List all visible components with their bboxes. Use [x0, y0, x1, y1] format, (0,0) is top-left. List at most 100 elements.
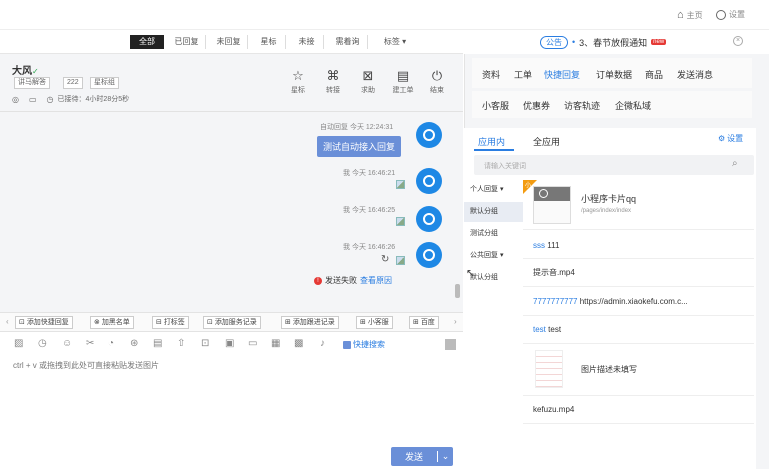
blacklist-button[interactable]: ⊗ 加黑名单	[90, 316, 134, 329]
home-link[interactable]: ⌂ 主页	[677, 9, 703, 21]
help-button[interactable]: ⊠ 求助	[355, 69, 381, 95]
broken-image-icon[interactable]	[396, 256, 405, 265]
image-icon[interactable]: ▨	[14, 338, 23, 349]
video-icon[interactable]: ▭	[248, 338, 257, 349]
message-meta: 我 今天 16:46:21	[343, 170, 396, 177]
message-bubble: 测试自动接入回复	[317, 136, 402, 157]
close-icon[interactable]: ×	[733, 36, 743, 46]
history-icon[interactable]: ◷	[38, 338, 47, 349]
group-public[interactable]: 公共回复 ▾	[464, 246, 523, 266]
tab-replied[interactable]: 已回复	[168, 35, 206, 49]
contact-tag[interactable]: 讲马解答	[14, 77, 50, 89]
panel-tabs-row1: 资料 工单 快捷回复 订单数据 商品 发送消息	[472, 58, 752, 88]
tab-all[interactable]: 全部	[130, 35, 164, 49]
tab-products[interactable]: 商品	[645, 68, 663, 81]
add-quick-reply-button[interactable]: ⊡ 添加快捷回复	[15, 316, 73, 329]
tab-labels-dropdown[interactable]: 标签 ▾	[372, 35, 418, 49]
agent-avatar	[416, 206, 442, 232]
add-followup-record-button[interactable]: ⊞ 添加跟进记录	[281, 316, 339, 329]
document-icon[interactable]: ▤	[153, 338, 162, 349]
announcement-badge: 公告	[540, 35, 568, 49]
tab-orders[interactable]: 订单数据	[596, 68, 632, 81]
add-service-record-button[interactable]: ⊡ 添加服务记录	[203, 316, 261, 329]
emoji-icon[interactable]: ☺	[62, 338, 72, 349]
leaf-icon: ✓	[32, 67, 39, 76]
tab-send-message[interactable]: 发送消息	[677, 68, 713, 81]
tab-wecom[interactable]: 企微私域	[615, 99, 651, 112]
end-button[interactable]: ⏻ 结束	[424, 69, 450, 95]
list-item[interactable]: kefuzu.mp4	[523, 396, 754, 424]
group-personal[interactable]: 个人回复 ▾	[464, 180, 523, 200]
upload-icon[interactable]: ⇧	[177, 338, 185, 349]
card-icon[interactable]: ▦	[271, 338, 280, 349]
mini-program-card	[533, 186, 571, 224]
location-icon: ◎	[12, 94, 19, 104]
agent-avatar	[416, 168, 442, 194]
search-input[interactable]: 请输入关键词 ⌕	[474, 155, 754, 175]
gear-icon: ⚙	[718, 134, 726, 143]
chevron-left-icon[interactable]: ‹	[6, 317, 9, 326]
contact-tag[interactable]: 星标组	[90, 77, 119, 89]
collapse-icon[interactable]	[445, 339, 456, 350]
group-test[interactable]: 测试分组	[464, 224, 523, 244]
tab-missed[interactable]: 未接	[290, 35, 324, 49]
tab-profile[interactable]: 资料	[482, 68, 500, 81]
list-item[interactable]: test test	[523, 316, 754, 344]
help-icon: ⊠	[362, 68, 374, 83]
panel-tabs-row2: 小客服 优惠券 访客轨迹 企微私域	[472, 91, 752, 118]
announcement[interactable]: 公告 • 3、春节放假通知 new	[540, 34, 667, 50]
baidu-button[interactable]: ⊞ 百度	[409, 316, 439, 329]
clock-icon[interactable]: ◔	[108, 338, 114, 349]
screenshot-icon[interactable]: ⊡	[201, 338, 209, 349]
message-editor[interactable]: ▨ ◷ ☺ ✂ ◔ ⊛ ▤ ⇧ ⊡ ▣ ▭ ▦ ▩ ♪ 快捷搜索 ctrl + …	[0, 332, 463, 469]
list-item[interactable]: sss 111	[523, 233, 754, 259]
contact-tag[interactable]: 222	[63, 77, 83, 89]
tag-button[interactable]: ⊟ 打标签	[152, 316, 189, 329]
scrollbar[interactable]	[756, 128, 769, 469]
list-item[interactable]: 图片描述未填写	[523, 344, 754, 396]
tab-quick-reply[interactable]: 快捷回复	[544, 68, 580, 81]
send-button[interactable]: 发送 ⌄	[391, 447, 453, 466]
retry-icon[interactable]: ↻	[381, 254, 389, 265]
scrollbar[interactable]	[455, 284, 460, 298]
group-default[interactable]: 默认分组	[464, 202, 523, 222]
tab-starred[interactable]: 星标	[252, 35, 286, 49]
create-ticket-button[interactable]: ▤ 建工单	[390, 69, 416, 95]
search-history-icon[interactable]: ⊛	[130, 338, 138, 349]
chevron-right-icon[interactable]: ›	[454, 317, 457, 326]
tab-unreplied[interactable]: 未回复	[210, 35, 248, 49]
tab-in-app[interactable]: 应用内	[478, 135, 505, 148]
quick-search-toggle[interactable]: 快捷搜索	[343, 339, 385, 350]
chevron-down-icon[interactable]: ⌄	[437, 451, 453, 462]
quick-reply-settings[interactable]: ⚙ 设置	[718, 133, 743, 144]
mini-service-button[interactable]: ⊞ 小客服	[356, 316, 393, 329]
photo-icon[interactable]: ▩	[294, 338, 303, 349]
power-icon: ⏻	[431, 68, 443, 83]
new-badge: new	[651, 39, 667, 45]
star-button[interactable]: ☆ 星标	[285, 69, 311, 95]
checkbox-icon[interactable]	[343, 340, 351, 349]
tab-mini-service[interactable]: 小客服	[482, 99, 509, 112]
file-icon[interactable]: ▣	[225, 338, 234, 349]
transfer-button[interactable]: ⌘ 转接	[320, 69, 346, 95]
filter-tabs: 全部 已回复 未回复 星标 未接 需着询 标签 ▾	[0, 30, 463, 54]
settings-link[interactable]: 设置	[716, 9, 745, 20]
microphone-icon[interactable]: ♪	[320, 338, 325, 349]
top-bar: ⌂ 主页 设置	[0, 0, 769, 30]
message-meta: 自动回复 今天 12:24:31	[320, 124, 394, 131]
tab-follow[interactable]: 需着询	[328, 35, 368, 49]
chat-header: 大风✓ 讲马解答 222 星标组 ◎ ▭ ◷ 已接待：4小时28分5秒 ☆ 星标 …	[0, 54, 463, 112]
scissors-icon[interactable]: ✂	[86, 338, 94, 349]
broken-image-icon[interactable]	[396, 180, 405, 189]
tab-all-apps[interactable]: 全应用	[533, 135, 560, 148]
view-reason-link[interactable]: 查看原因	[360, 275, 392, 286]
list-item[interactable]: 7777777777 https://admin.xiaokefu.com.c.…	[523, 288, 754, 316]
search-icon[interactable]: ⌕	[732, 158, 738, 169]
agent-avatar	[416, 122, 442, 148]
list-item[interactable]: 小 小程序卡片qq /pages/index/index	[523, 180, 754, 230]
tab-coupons[interactable]: 优惠券	[523, 99, 550, 112]
tab-visitor-track[interactable]: 访客轨迹	[564, 99, 600, 112]
broken-image-icon[interactable]	[396, 217, 405, 226]
tab-ticket[interactable]: 工单	[514, 68, 532, 81]
list-item[interactable]: 提示音.mp4	[523, 259, 754, 287]
